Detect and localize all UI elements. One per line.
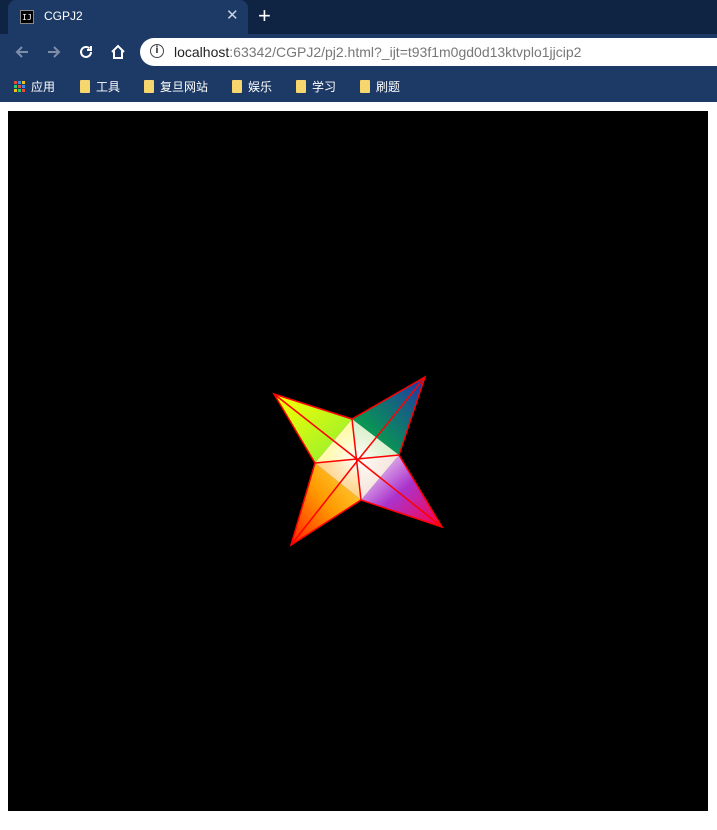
- intellij-favicon-icon: IJ: [20, 10, 34, 24]
- folder-icon: [296, 80, 306, 93]
- bookmark-label: 学习: [312, 80, 337, 94]
- reload-icon[interactable]: [74, 40, 98, 64]
- folder-icon: [144, 80, 154, 93]
- home-icon[interactable]: [106, 40, 130, 64]
- url-host: localhost: [174, 44, 230, 60]
- forward-arrow-icon[interactable]: [42, 40, 66, 64]
- folder-icon: [232, 80, 242, 93]
- webgl-canvas[interactable]: [8, 111, 708, 811]
- tab-title: CGPJ2: [44, 9, 83, 23]
- bookmark-label: 娱乐: [248, 80, 273, 94]
- bookmark-apps[interactable]: 应用: [14, 78, 55, 95]
- apps-icon: [14, 81, 25, 92]
- back-arrow-icon[interactable]: [10, 40, 34, 64]
- bookmark-label: 工具: [96, 80, 121, 94]
- folder-icon: [80, 80, 90, 93]
- site-info-icon[interactable]: i: [150, 44, 164, 58]
- browser-tab[interactable]: IJ CGPJ2 ✕: [8, 0, 248, 34]
- folder-icon: [360, 80, 370, 93]
- url-path: :63342/CGPJ2/pj2.html?_ijt=t93f1m0gd0d13…: [229, 44, 582, 60]
- star-shape: [272, 375, 444, 547]
- address-bar[interactable]: i localhost:63342/CGPJ2/pj2.html?_ijt=t9…: [140, 38, 717, 66]
- bookmark-label: 刷题: [376, 80, 401, 94]
- bookmark-folder-entertainment[interactable]: 娱乐: [232, 78, 272, 95]
- bookmark-folder-study[interactable]: 学习: [296, 78, 336, 95]
- bookmark-folder-practice[interactable]: 刷题: [360, 78, 400, 95]
- tab-strip: IJ CGPJ2 ✕ +: [0, 0, 717, 34]
- bookmark-folder-fudan[interactable]: 复旦网站: [144, 78, 208, 95]
- bookmark-label: 应用: [31, 80, 56, 94]
- bookmarks-bar: 应用 工具 复旦网站 娱乐 学习 刷题: [0, 70, 717, 102]
- url-text[interactable]: localhost:63342/CGPJ2/pj2.html?_ijt=t93f…: [174, 44, 581, 60]
- bookmark-folder-tools[interactable]: 工具: [80, 78, 120, 95]
- tab-close-icon[interactable]: ✕: [226, 6, 239, 24]
- bookmark-label: 复旦网站: [160, 80, 209, 94]
- new-tab-plus-icon[interactable]: +: [258, 3, 271, 29]
